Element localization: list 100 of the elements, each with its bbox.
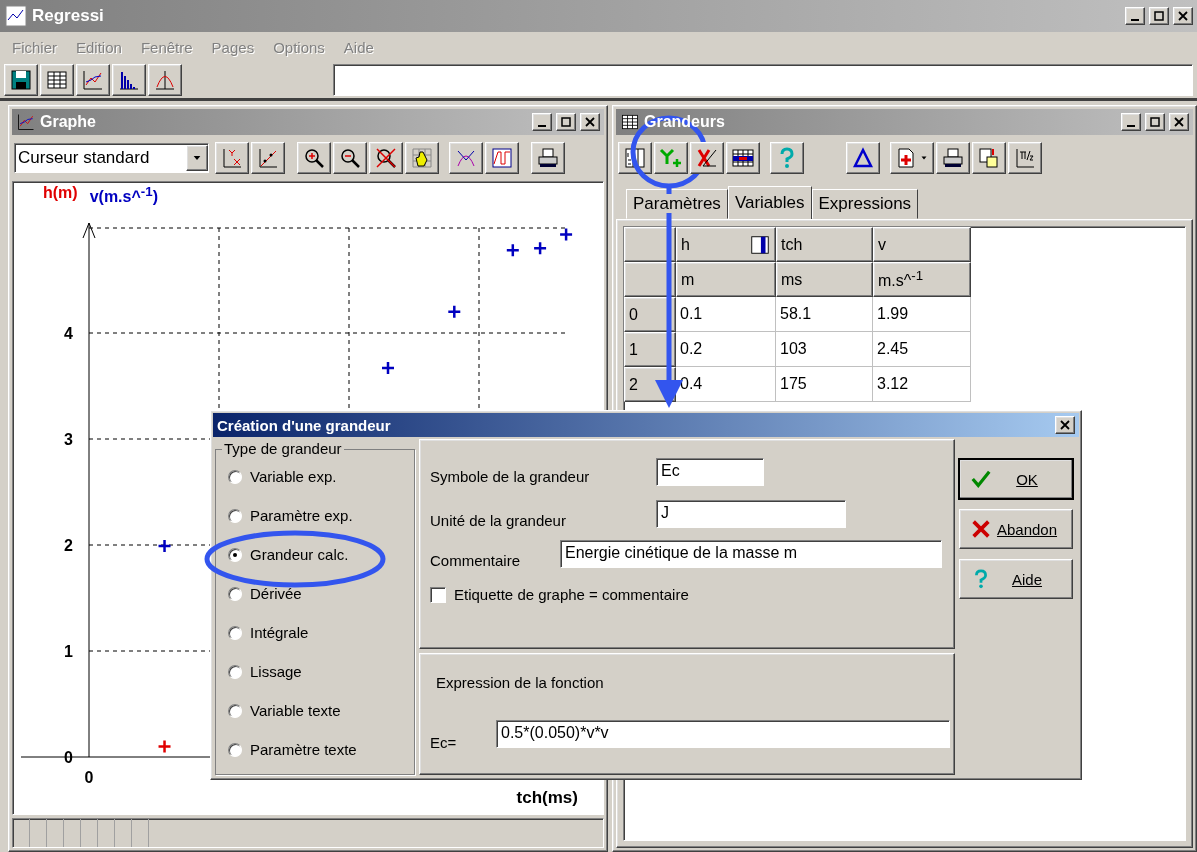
new-page-button[interactable] — [890, 142, 934, 174]
table-cell: 0.2 — [676, 332, 776, 367]
close-icon — [585, 117, 595, 127]
radio-option[interactable]: Lissage — [228, 663, 414, 680]
print-button[interactable] — [936, 142, 970, 174]
close-icon — [1174, 117, 1184, 127]
field-label: Ec= — [430, 734, 457, 751]
maximize-button[interactable] — [1145, 113, 1165, 131]
curves-button[interactable] — [449, 142, 483, 174]
radio-option[interactable]: Paramètre texte — [228, 741, 414, 758]
bell-curve-button[interactable] — [148, 64, 182, 96]
print-button[interactable] — [531, 142, 565, 174]
help-button[interactable] — [770, 142, 804, 174]
maximize-icon — [561, 117, 571, 127]
close-button[interactable] — [1055, 416, 1075, 434]
delta-icon — [851, 146, 875, 170]
tab[interactable]: Paramètres — [626, 189, 728, 219]
axis-label: v(m.s^$^{-1}$) — [89, 184, 158, 208]
table-cell: 175 — [776, 367, 873, 402]
y-tick-label: 0 — [64, 749, 73, 766]
signal-icon — [490, 146, 514, 170]
unit-header: ms — [776, 262, 873, 297]
table-window-icon — [620, 112, 640, 132]
radio-option[interactable]: Grandeur calc. — [228, 546, 414, 563]
radio-option[interactable]: Dérivée — [228, 585, 414, 602]
field-label: Commentaire — [430, 552, 521, 569]
zoom-out-button[interactable] — [333, 142, 367, 174]
histogram-button[interactable] — [112, 64, 146, 96]
unit-header: m — [676, 262, 776, 297]
y-tick-label: 3 — [64, 431, 73, 448]
zoom-in-button[interactable] — [297, 142, 331, 174]
column-icon — [749, 233, 771, 256]
crossed-magnifier-button[interactable] — [369, 142, 403, 174]
maximize-button[interactable] — [1149, 7, 1169, 25]
hand-grid-icon — [410, 146, 434, 170]
axis-label: h(m) — [43, 184, 78, 203]
x-tick-label: 0 — [84, 769, 94, 786]
axes-button[interactable] — [215, 142, 249, 174]
minimize-button[interactable] — [1125, 7, 1145, 25]
panel-title: Expression de la fonction — [436, 674, 604, 691]
table-button[interactable] — [40, 64, 74, 96]
radio-option[interactable]: Paramètre exp. — [228, 507, 414, 524]
ok-button[interactable]: OK — [959, 459, 1073, 499]
trend-line-button[interactable] — [251, 142, 285, 174]
tab[interactable]: Variables — [727, 186, 812, 220]
maximize-icon — [1154, 11, 1164, 21]
radio-option[interactable]: Variable exp. — [228, 468, 414, 485]
symbol-field[interactable]: Ec — [656, 458, 764, 486]
column-header[interactable]: v — [873, 227, 971, 262]
cursor-dropdown[interactable]: Curseur standard — [14, 143, 209, 173]
delete-row-icon — [731, 146, 755, 170]
save-icon — [9, 68, 33, 92]
unit-field[interactable]: J — [656, 500, 846, 528]
zoom-in-icon — [302, 146, 326, 170]
minimize-icon — [538, 124, 546, 127]
maximize-button[interactable] — [556, 113, 576, 131]
print-icon — [941, 146, 965, 170]
delta-button[interactable] — [846, 142, 880, 174]
save-button[interactable] — [4, 64, 38, 96]
window-title: Graphe — [40, 113, 97, 131]
comment-field[interactable]: Energie cinétique de la masse m — [560, 540, 942, 568]
table-cell: 103 — [776, 332, 873, 367]
window-title: Regressi — [32, 6, 105, 26]
scrollbar[interactable] — [12, 818, 604, 848]
bell-curve-icon — [153, 68, 177, 92]
expression-field[interactable]: 0.5*(0.050)*v*v — [496, 720, 950, 748]
close-button[interactable] — [580, 113, 600, 131]
pi-half-button[interactable] — [1008, 142, 1042, 174]
column-header[interactable]: h — [676, 227, 776, 262]
y-tick-label: 2 — [64, 537, 73, 554]
unit-header: m.s^$^{-1}$ — [873, 262, 971, 297]
radio-option[interactable]: Intégrale — [228, 624, 414, 641]
trend-line-icon — [256, 146, 280, 170]
graph-window-icon — [16, 112, 36, 132]
help-button[interactable]: Aide — [959, 559, 1073, 599]
close-button[interactable] — [1173, 7, 1193, 25]
table-cell: 0.1 — [676, 297, 776, 332]
cancel-button[interactable]: Abandon — [959, 509, 1073, 549]
minimize-button[interactable] — [1121, 113, 1141, 131]
line-chart-button[interactable] — [76, 64, 110, 96]
checkbox-option[interactable]: Etiquette de graphe = commentaire — [430, 586, 689, 603]
input-field[interactable] — [333, 64, 1193, 96]
tab[interactable]: Expressions — [811, 189, 919, 219]
delete-variable-button[interactable] — [690, 142, 724, 174]
signal-button[interactable] — [485, 142, 519, 174]
paste-button[interactable] — [972, 142, 1006, 174]
dialog-title: Création d'une grandeur — [217, 416, 392, 434]
add-variable-icon — [659, 146, 683, 170]
radio-option[interactable]: Variable texte — [228, 702, 414, 719]
column-header[interactable]: tch — [776, 227, 873, 262]
group-title: Type de grandeur — [222, 440, 344, 457]
print-icon — [536, 146, 560, 170]
hand-grid-button[interactable] — [405, 142, 439, 174]
add-variable-button[interactable] — [654, 142, 688, 174]
minimize-icon — [1131, 18, 1139, 21]
y-tick-label: 4 — [64, 325, 73, 342]
minimize-button[interactable] — [532, 113, 552, 131]
maximize-icon — [1150, 117, 1160, 127]
close-button[interactable] — [1169, 113, 1189, 131]
delete-row-button[interactable] — [726, 142, 760, 174]
